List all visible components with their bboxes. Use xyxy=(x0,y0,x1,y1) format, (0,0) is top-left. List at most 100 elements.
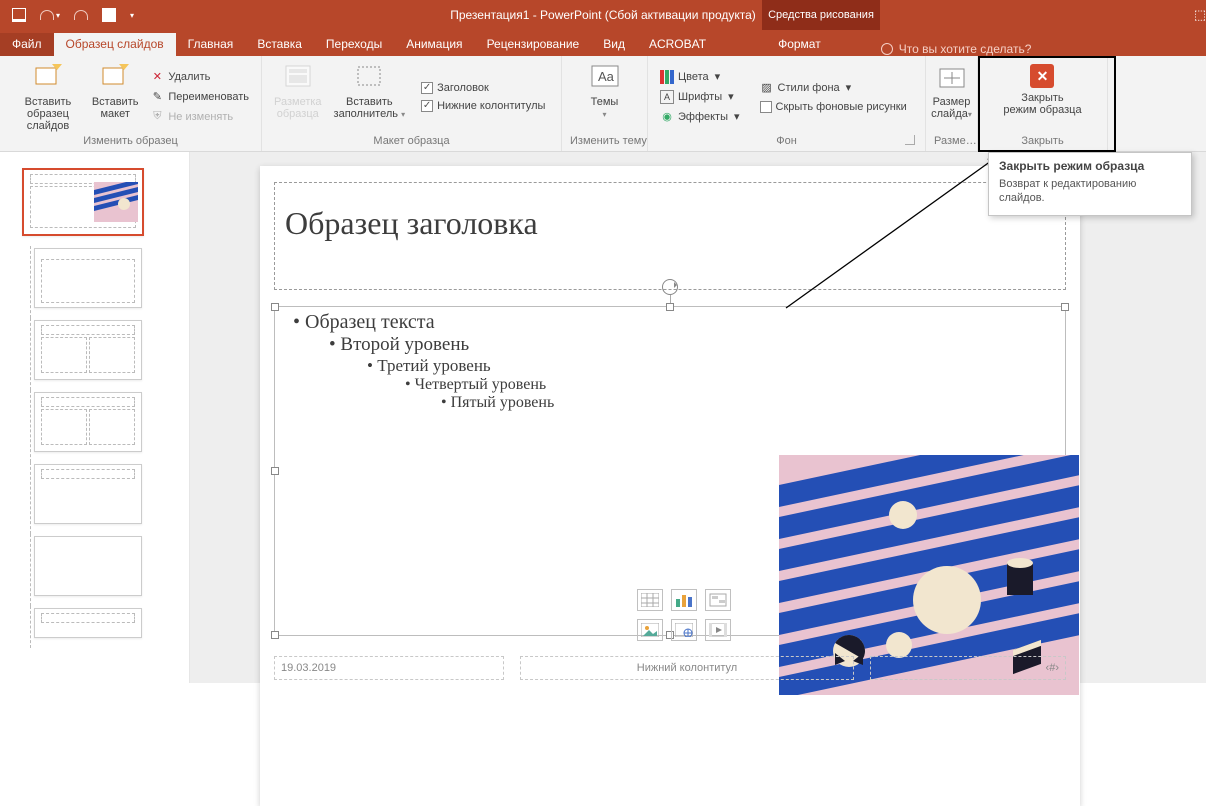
rename-button[interactable]: ✎Переименовать xyxy=(146,88,253,106)
checkbox-icon xyxy=(760,101,772,113)
insert-smartart-icon[interactable] xyxy=(705,589,731,611)
slide-editor[interactable]: Образец заголовка Образец текста Второй … xyxy=(190,152,1206,683)
tab-transitions[interactable]: Переходы xyxy=(314,33,394,56)
resize-handle[interactable] xyxy=(271,303,279,311)
slide-navigator[interactable] xyxy=(0,152,190,683)
thumbnail-layout[interactable] xyxy=(0,390,189,462)
resize-handle[interactable] xyxy=(271,631,279,639)
fonts-icon: A xyxy=(660,90,674,104)
group-label-background: Фон xyxy=(656,133,917,149)
thumbnail-layout[interactable] xyxy=(0,462,189,534)
tab-animation[interactable]: Анимация xyxy=(394,33,474,56)
resize-handle[interactable] xyxy=(271,467,279,475)
tab-insert[interactable]: Вставка xyxy=(245,33,314,56)
checkbox-icon: ✓ xyxy=(421,82,433,94)
close-master-view-button[interactable]: ✕ Закрыть режим образца xyxy=(999,60,1085,133)
title-checkbox[interactable]: ✓Заголовок xyxy=(417,80,549,96)
group-label-edit-theme: Изменить тему xyxy=(570,133,639,149)
dialog-launcher-icon[interactable] xyxy=(905,135,915,145)
hide-background-checkbox[interactable]: Скрыть фоновые рисунки xyxy=(756,99,911,115)
insert-video-icon[interactable] xyxy=(705,619,731,641)
insert-chart-icon[interactable] xyxy=(671,589,697,611)
window-title: Презентация1 - PowerPoint (Сбой активаци… xyxy=(450,8,756,22)
group-label-master-layout: Макет образца xyxy=(270,133,553,149)
text-level-4: Четвертый уровень xyxy=(405,376,1055,394)
window-controls[interactable]: ⬚ xyxy=(1194,0,1206,30)
tooltip-body: Возврат к редактированию слайдов. xyxy=(999,177,1181,205)
insert-picture-icon[interactable] xyxy=(637,619,663,641)
thumbnail-layout[interactable] xyxy=(0,246,189,318)
tooltip-title: Закрыть режим образца xyxy=(999,159,1181,173)
footer-placeholder[interactable]: Нижний колонтитул xyxy=(520,656,854,680)
content-icon-grid xyxy=(637,589,741,641)
lightbulb-icon xyxy=(881,43,893,55)
themes-button[interactable]: Aa Темы▾ xyxy=(583,60,627,133)
thumbnail-layout[interactable] xyxy=(0,318,189,390)
content-placeholder[interactable]: Образец текста Второй уровень Третий уро… xyxy=(274,306,1066,636)
title-placeholder[interactable]: Образец заголовка xyxy=(274,182,1066,290)
background-styles-button[interactable]: ▨Стили фона▾ xyxy=(756,79,911,97)
title-bar: ▾ ▾ Презентация1 - PowerPoint (Сбой акти… xyxy=(0,0,1206,30)
footers-checkbox[interactable]: ✓Нижние колонтитулы xyxy=(417,98,549,114)
ribbon: Вставить образец слайдов Вставить макет … xyxy=(0,56,1206,152)
slide-size-button[interactable]: Размер слайда▾ xyxy=(930,60,974,133)
thumbnail-master[interactable] xyxy=(0,166,189,246)
start-from-beginning-icon[interactable] xyxy=(102,8,116,22)
date-placeholder[interactable]: 19.03.2019 xyxy=(274,656,504,680)
insert-online-picture-icon[interactable] xyxy=(671,619,697,641)
save-icon[interactable] xyxy=(12,8,26,22)
title-text: Образец заголовка xyxy=(285,205,1055,242)
effects-icon: ◉ xyxy=(660,110,674,124)
group-size: Размер слайда▾ Разме… xyxy=(926,56,978,151)
tab-format[interactable]: Формат xyxy=(766,33,833,56)
group-background: Цвета▾ AШрифты▾ ◉Эффекты▾ ▨Стили фона▾ С… xyxy=(648,56,926,151)
group-edit-theme: Aa Темы▾ Изменить тему xyxy=(562,56,648,151)
tab-acrobat[interactable]: ACROBAT xyxy=(637,33,718,56)
redo-icon[interactable] xyxy=(74,10,88,20)
tooltip-close-master: Закрыть режим образца Возврат к редактир… xyxy=(988,152,1192,216)
slide-number-placeholder[interactable]: ‹#› xyxy=(870,656,1066,680)
preserve-button: ⛨Не изменять xyxy=(146,108,253,126)
insert-layout-button[interactable]: Вставить макет xyxy=(92,60,138,133)
insert-slide-master-button[interactable]: Вставить образец слайдов xyxy=(8,60,88,133)
insert-placeholder-button[interactable]: Вставить заполнитель ▾ xyxy=(330,60,410,133)
quick-access-toolbar: ▾ ▾ xyxy=(0,8,146,22)
text-level-5: Пятый уровень xyxy=(441,394,1055,412)
insert-table-icon[interactable] xyxy=(637,589,663,611)
master-layout-button: Разметка образца xyxy=(270,60,326,133)
fonts-button[interactable]: AШрифты▾ xyxy=(656,88,744,106)
footer-placeholders: 19.03.2019 Нижний колонтитул ‹#› xyxy=(274,656,1066,680)
text-level-1: Образец текста xyxy=(293,311,1055,334)
rotate-handle-icon[interactable] xyxy=(662,279,678,295)
delete-icon: ✕ xyxy=(150,70,164,84)
delete-button[interactable]: ✕Удалить xyxy=(146,68,253,86)
preserve-icon: ⛨ xyxy=(150,110,164,124)
group-label-edit-master: Изменить образец xyxy=(8,133,253,149)
effects-button[interactable]: ◉Эффекты▾ xyxy=(656,108,744,126)
tell-me-placeholder: Что вы хотите сделать? xyxy=(899,42,1032,56)
colors-button[interactable]: Цвета▾ xyxy=(656,68,744,86)
group-master-layout: Разметка образца Вставить заполнитель ▾ … xyxy=(262,56,562,151)
tab-slide-master[interactable]: Образец слайдов xyxy=(54,33,176,56)
resize-handle[interactable] xyxy=(666,303,674,311)
tab-home[interactable]: Главная xyxy=(176,33,246,56)
rename-icon: ✎ xyxy=(150,90,164,104)
checkbox-icon: ✓ xyxy=(421,100,433,112)
group-label-close: Закрыть xyxy=(986,133,1099,149)
background-icon: ▨ xyxy=(760,81,774,95)
tab-view[interactable]: Вид xyxy=(591,33,637,56)
svg-text:Aa: Aa xyxy=(598,69,615,84)
thumbnail-layout[interactable] xyxy=(0,534,189,606)
group-close: ✕ Закрыть режим образца Закрыть xyxy=(978,56,1108,151)
thumbnail-layout[interactable] xyxy=(0,606,189,648)
ribbon-tabs: Файл Образец слайдов Главная Вставка Пер… xyxy=(0,30,1206,56)
tab-file[interactable]: Файл xyxy=(0,33,54,56)
tell-me-search[interactable]: Что вы хотите сделать? xyxy=(881,42,1032,56)
qat-customize-icon[interactable]: ▾ xyxy=(130,11,134,20)
slide-canvas[interactable]: Образец заголовка Образец текста Второй … xyxy=(260,166,1080,806)
resize-handle[interactable] xyxy=(1061,303,1069,311)
undo-icon[interactable]: ▾ xyxy=(40,10,60,20)
tab-review[interactable]: Рецензирование xyxy=(475,33,592,56)
group-edit-master: Вставить образец слайдов Вставить макет … xyxy=(0,56,262,151)
workspace: Образец заголовка Образец текста Второй … xyxy=(0,152,1206,683)
